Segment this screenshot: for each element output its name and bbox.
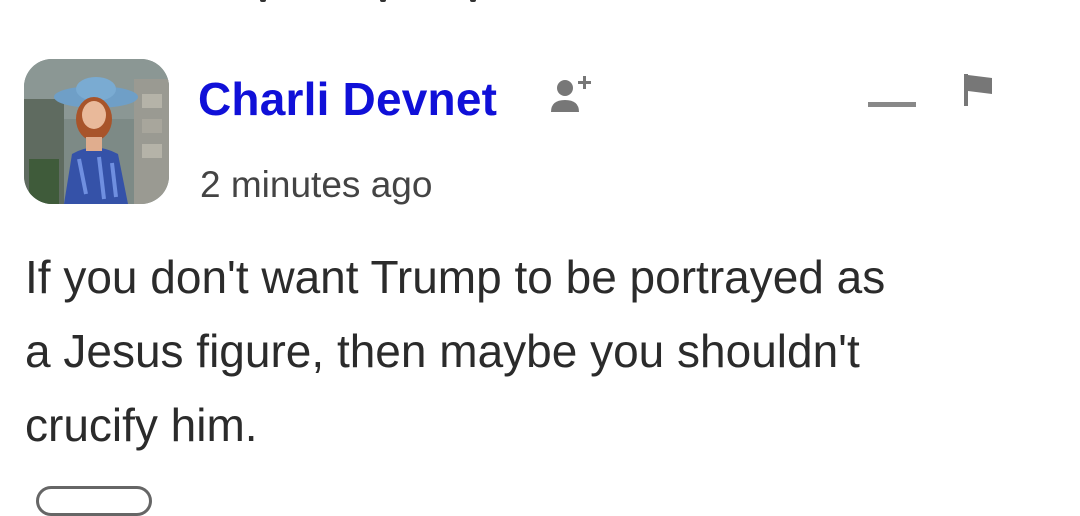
collapse-button[interactable] [868, 90, 918, 120]
report-button[interactable] [958, 70, 998, 110]
comment-body-line: If you don't want Trump to be portrayed … [25, 251, 886, 303]
comment-body: If you don't want Trump to be portrayed … [25, 240, 1065, 462]
comment-body-line: crucify him. [25, 399, 258, 451]
comment-timestamp: 2 minutes ago [200, 164, 433, 205]
comment-body-line: a Jesus figure, then maybe you shouldn't [25, 325, 860, 377]
minus-icon [868, 102, 916, 107]
author-name-link[interactable]: Charli Devnet [198, 72, 497, 126]
add-person-icon[interactable] [548, 72, 598, 118]
flag-icon [964, 74, 992, 106]
avatar[interactable] [24, 59, 169, 204]
comment-card: Charli Devnet 2 minutes ago If you don't… [0, 0, 1080, 516]
reply-pill-button[interactable] [36, 486, 152, 516]
avatar-photo [24, 59, 169, 204]
